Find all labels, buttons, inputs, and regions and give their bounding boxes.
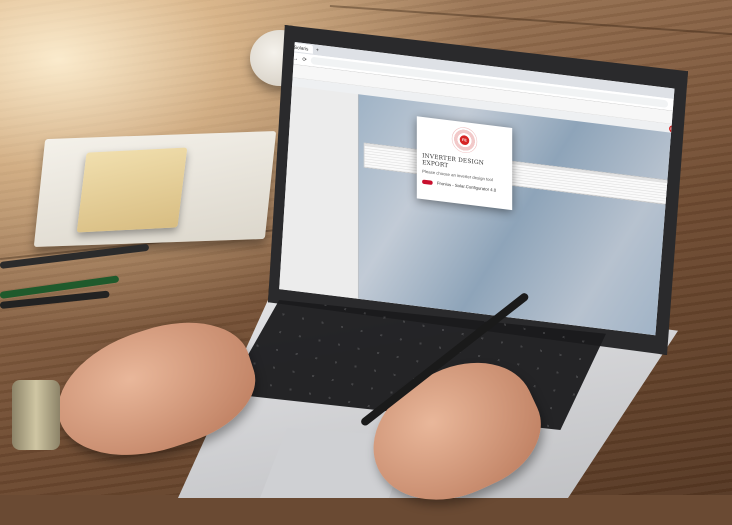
option-label: Fronius - Solar.Configurator 4.0 bbox=[436, 180, 497, 193]
data-table bbox=[363, 142, 675, 206]
browser-window: Solaris + ← → ⟳ ⋮ FE bbox=[279, 40, 675, 339]
notepad bbox=[76, 147, 188, 233]
new-tab-icon[interactable]: + bbox=[316, 47, 319, 53]
tab-label: Solaris bbox=[293, 44, 309, 52]
wristwatch bbox=[12, 380, 60, 450]
fronius-logo-icon bbox=[422, 179, 433, 185]
laptop-screen: Solaris + ← → ⟳ ⋮ FE bbox=[279, 40, 675, 340]
reload-icon[interactable]: ⟳ bbox=[302, 56, 306, 62]
sidebar bbox=[279, 84, 359, 299]
inverter-export-dialog: FE INVERTER DESIGN EXPORT Please choose … bbox=[416, 116, 513, 211]
app-logo-text: FE bbox=[459, 134, 470, 146]
app-logo-icon: FE bbox=[451, 125, 478, 155]
